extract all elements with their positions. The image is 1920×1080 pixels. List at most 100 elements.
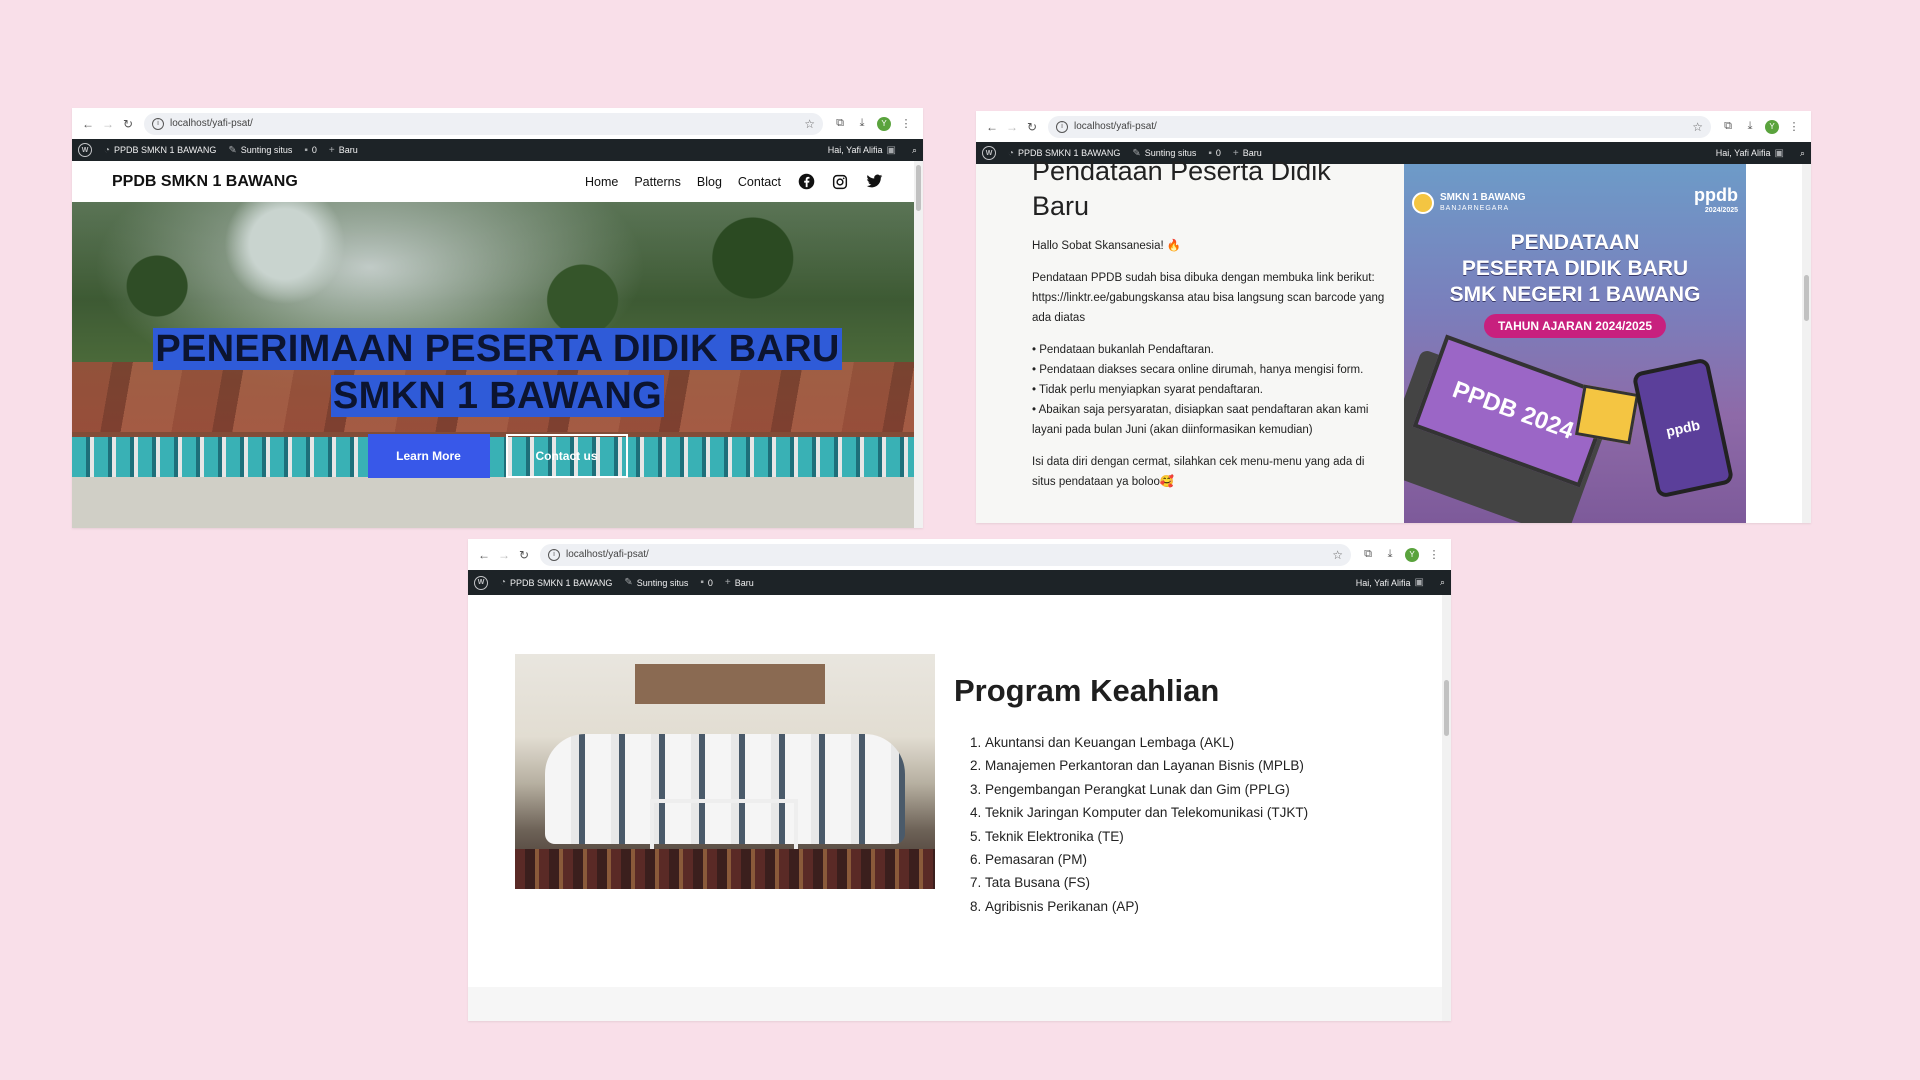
profile-avatar[interactable]: Y [1401, 545, 1423, 565]
page-scrollbar[interactable] [914, 161, 923, 528]
user-avatar-icon: ▣ [1414, 577, 1424, 588]
download-icon[interactable]: ⤓ [1379, 545, 1401, 565]
facebook-icon[interactable] [797, 173, 815, 191]
instagram-icon[interactable] [831, 173, 849, 191]
menu-dots-icon[interactable]: ⋮ [1783, 117, 1805, 137]
profile-avatar[interactable]: Y [873, 114, 895, 134]
scrollbar-thumb[interactable] [1444, 680, 1449, 736]
reload-icon[interactable]: ↻ [1022, 117, 1042, 137]
poster-school: SMKN 1 BAWANG BANJARNEGARA [1440, 192, 1526, 214]
browser-window-program: ← → ↻ i localhost/yafi-psat/ ☆ ⧉ ⤓ Y ⋮ W… [468, 539, 1451, 1021]
poster-ppdb-logo: ppdb 2024/2025 [1694, 186, 1738, 218]
site-info-icon[interactable]: i [1056, 120, 1068, 133]
site-info-icon[interactable]: i [152, 117, 164, 130]
program-list: Akuntansi dan Keuangan Lembaga (AKL) Man… [954, 731, 1308, 918]
browser-toolbar: ← → ↻ i localhost/yafi-psat/ ☆ ⧉ ⤓ Y ⋮ [468, 539, 1451, 570]
hero-heading-line2: SMKN 1 BAWANG [330, 375, 665, 417]
admin-edit-site[interactable]: ✎ Sunting situs [624, 577, 688, 588]
next-section-band [468, 987, 1442, 1021]
program-item: Pemasaran (PM) [985, 848, 1308, 871]
admin-site-name[interactable]: ◔ PPDB SMKN 1 BAWANG [500, 577, 612, 588]
url-text: localhost/yafi-psat/ [566, 549, 649, 560]
address-bar[interactable]: i localhost/yafi-psat/ ☆ [540, 543, 1351, 566]
nav-home[interactable]: Home [585, 175, 618, 189]
bookmark-star-icon[interactable]: ☆ [1332, 548, 1343, 562]
phone-illustration: ppdb [1631, 357, 1735, 499]
poster-region: BANJARNEGARA [1440, 205, 1510, 212]
menu-dots-icon[interactable]: ⋮ [1423, 545, 1445, 565]
page-scrollbar[interactable] [1442, 595, 1451, 1021]
scrollbar-thumb[interactable] [1804, 275, 1809, 321]
admin-edit-site-label: Sunting situs [636, 577, 689, 588]
nav-patterns[interactable]: Patterns [634, 175, 681, 189]
reload-icon[interactable]: ↻ [514, 545, 534, 565]
program-item: Tata Busana (FS) [985, 871, 1308, 894]
admin-account[interactable]: Hai, Yafi Alifia ▣ [1356, 577, 1428, 588]
post-bullets: • Pendataan bukanlah Pendaftaran. • Pend… [1032, 340, 1404, 440]
back-icon[interactable]: ← [474, 545, 494, 565]
back-icon[interactable]: ← [982, 117, 1002, 137]
forward-icon[interactable]: → [98, 114, 118, 134]
admin-greeting: Hai, Yafi Alifia [1355, 577, 1411, 588]
browser-toolbar: ← → ↻ i localhost/yafi-psat/ ☆ ⧉ ⤓ Y ⋮ [72, 108, 923, 139]
admin-account[interactable]: Hai, Yafi Alifia ▣ [828, 145, 900, 156]
admin-edit-site[interactable]: ✎ Sunting situs [228, 145, 292, 156]
page-scrollbar[interactable] [1802, 164, 1811, 523]
poster-logo-row: SMKN 1 BAWANG BANJARNEGARA ppdb 2024/2025 [1412, 186, 1738, 218]
admin-comments[interactable]: ▪ 0 [304, 145, 317, 156]
extensions-icon[interactable]: ⧉ [829, 114, 851, 134]
admin-new[interactable]: + Baru [329, 145, 358, 156]
wordpress-logo-icon[interactable]: W [474, 575, 488, 590]
forward-icon[interactable]: → [1002, 117, 1022, 137]
admin-search-icon[interactable]: ⌕ [912, 145, 917, 156]
forward-icon[interactable]: → [494, 545, 514, 565]
extensions-icon[interactable]: ⧉ [1717, 117, 1739, 137]
contact-us-button[interactable]: Contact us [505, 434, 628, 478]
twitter-icon[interactable] [865, 173, 883, 191]
poster-title: PENDATAAN PESERTA DIDIK BARU SMK NEGERI … [1404, 230, 1746, 308]
bookmark-star-icon[interactable]: ☆ [1692, 120, 1703, 134]
admin-comments[interactable]: ▪ 0 [700, 577, 713, 588]
admin-search-icon[interactable]: ⌕ [1800, 148, 1805, 159]
post-bullet: • Pendataan diakses secara online diruma… [1032, 364, 1364, 376]
scrollbar-thumb[interactable] [916, 165, 921, 211]
url-text: localhost/yafi-psat/ [170, 118, 253, 129]
photo-rug [515, 849, 935, 889]
wordpress-logo-icon[interactable]: W [982, 146, 996, 160]
program-title: Program Keahlian [954, 673, 1220, 708]
admin-new[interactable]: + Baru [725, 577, 754, 588]
profile-avatar[interactable]: Y [1761, 117, 1783, 137]
brush-icon: ✎ [228, 144, 237, 156]
admin-account[interactable]: Hai, Yafi Alifia ▣ [1716, 148, 1788, 159]
reload-icon[interactable]: ↻ [118, 114, 138, 134]
students-photo [515, 654, 935, 889]
site-title[interactable]: PPDB SMKN 1 BAWANG [112, 173, 569, 191]
post-bullet: • Abaikan saja persyaratan, disiapkan sa… [1032, 404, 1369, 436]
nav-blog[interactable]: Blog [697, 175, 722, 189]
address-bar[interactable]: i localhost/yafi-psat/ ☆ [144, 112, 823, 135]
profile-avatar-letter: Y [877, 116, 891, 131]
admin-search-icon[interactable]: ⌕ [1440, 577, 1445, 588]
admin-site-name[interactable]: ◔ PPDB SMKN 1 BAWANG [104, 145, 216, 156]
admin-site-name-label: PPDB SMKN 1 BAWANG [114, 145, 217, 155]
dashboard-icon: ◔ [104, 144, 111, 156]
site-info-icon[interactable]: i [548, 548, 560, 561]
user-avatar-icon: ▣ [886, 144, 896, 156]
program-item: Manajemen Perkantoran dan Layanan Bisnis… [985, 754, 1308, 777]
nav-contact[interactable]: Contact [738, 175, 781, 189]
bookmark-star-icon[interactable]: ☆ [804, 117, 815, 131]
site-nav: Home Patterns Blog Contact [569, 173, 883, 191]
learn-more-button[interactable]: Learn More [367, 434, 490, 478]
hero-background-trees [72, 202, 923, 342]
extensions-icon[interactable]: ⧉ [1357, 545, 1379, 565]
browser-window-home: ← → ↻ i localhost/yafi-psat/ ☆ ⧉ ⤓ Y ⋮ W… [72, 108, 923, 528]
user-avatar-icon: ▣ [1774, 147, 1784, 159]
menu-dots-icon[interactable]: ⋮ [895, 114, 917, 134]
browser-window-post: ← → ↻ i localhost/yafi-psat/ ☆ ⧉ ⤓ Y ⋮ W… [976, 111, 1811, 523]
address-bar[interactable]: i localhost/yafi-psat/ ☆ [1048, 115, 1711, 138]
ppdb-poster-image: SMKN 1 BAWANG BANJARNEGARA ppdb 2024/2025 … [1404, 164, 1746, 523]
download-icon[interactable]: ⤓ [1739, 117, 1761, 137]
wordpress-logo-icon[interactable]: W [78, 143, 92, 157]
download-icon[interactable]: ⤓ [851, 114, 873, 134]
back-icon[interactable]: ← [78, 114, 98, 134]
